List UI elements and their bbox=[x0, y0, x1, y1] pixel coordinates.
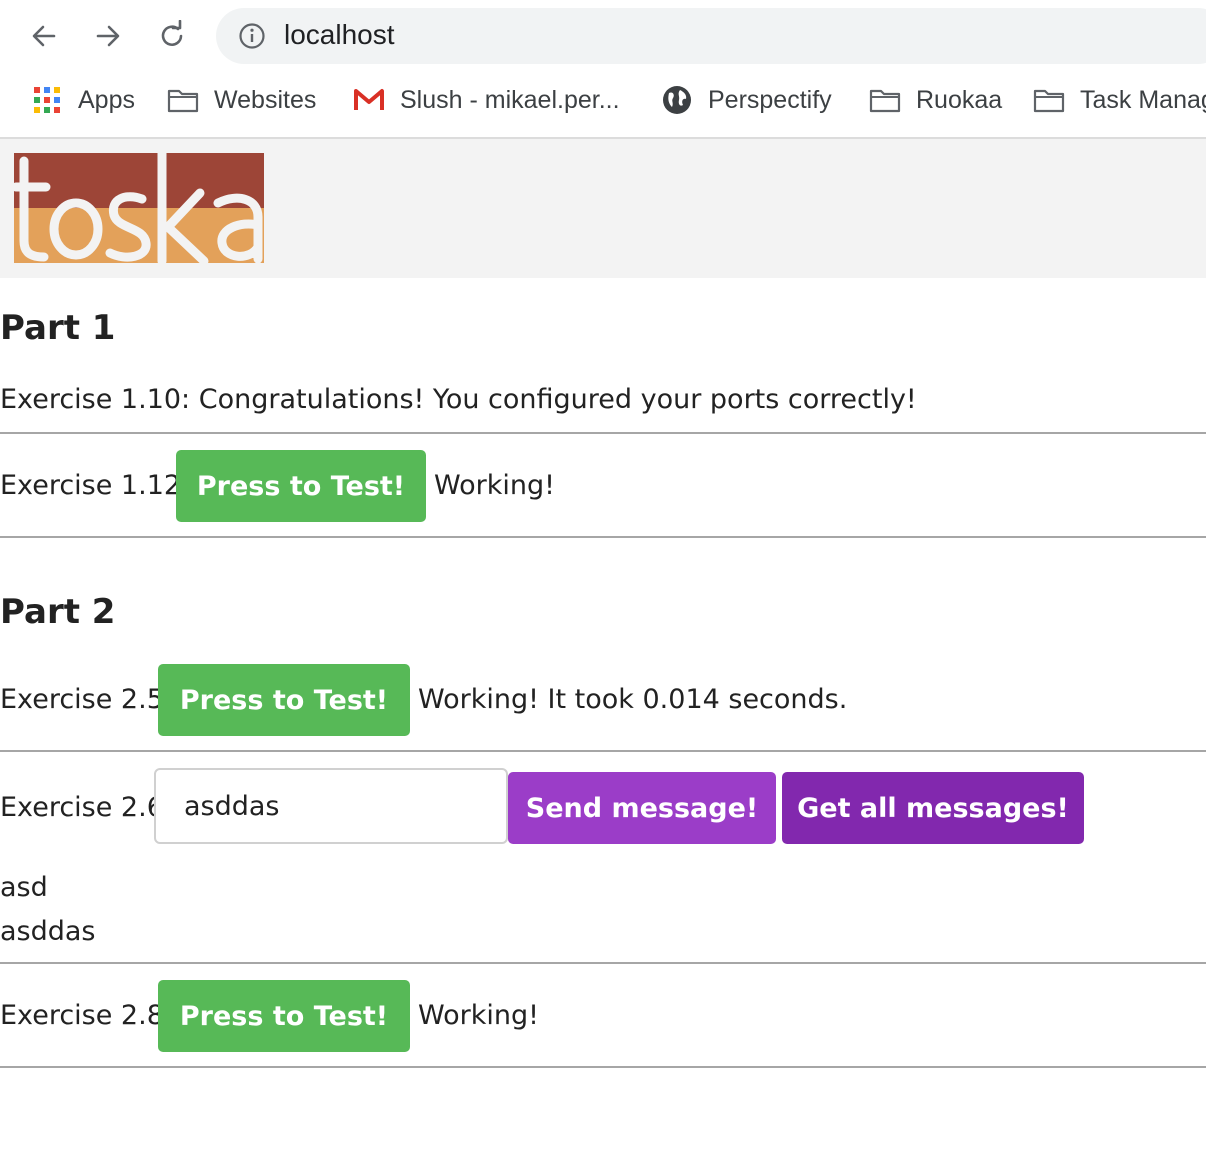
bookmark-label: Perspectify bbox=[708, 85, 832, 114]
bookmark-label: Ruokaa bbox=[916, 85, 1003, 114]
bookmark-apps[interactable]: Apps bbox=[30, 80, 135, 120]
part1-heading: Part 1 bbox=[0, 308, 116, 348]
address-bar[interactable]: localhost bbox=[216, 8, 1206, 64]
bookmark-websites[interactable]: Websites bbox=[166, 80, 316, 120]
arrow-left-icon bbox=[32, 25, 56, 47]
exercise-2-5-test-button[interactable]: Press to Test! bbox=[158, 664, 410, 736]
exercise-2-8-label: Exercise 2.8: bbox=[0, 1000, 173, 1031]
bookmark-slush[interactable]: Slush - mikael.per... bbox=[352, 80, 620, 120]
send-message-button[interactable]: Send message! bbox=[508, 772, 776, 844]
divider bbox=[0, 750, 1206, 752]
message-list-item: asddas bbox=[0, 916, 96, 947]
info-icon[interactable] bbox=[238, 22, 266, 50]
globe-icon bbox=[660, 85, 694, 115]
bookmark-label: Task Manag bbox=[1080, 85, 1206, 114]
divider bbox=[0, 536, 1206, 538]
bookmark-ruokaa[interactable]: Ruokaa bbox=[868, 80, 1002, 120]
bookmark-label: Websites bbox=[214, 85, 317, 114]
url-text: localhost bbox=[284, 19, 395, 50]
exercise-2-5-result: Working! It took 0.014 seconds. bbox=[418, 684, 848, 715]
bookmark-task-manager[interactable]: Task Manag bbox=[1032, 80, 1206, 120]
exercise-2-8-test-button[interactable]: Press to Test! bbox=[158, 980, 410, 1052]
divider bbox=[0, 962, 1206, 964]
exercise-1-12-result: Working! bbox=[434, 470, 555, 501]
bookmarks-bar: Apps Websites Slush - mikael.per... Pers… bbox=[0, 80, 1206, 120]
reload-button[interactable] bbox=[152, 16, 192, 56]
message-list-item: asd bbox=[0, 872, 48, 903]
bookmark-label: Slush - mikael.per... bbox=[400, 85, 620, 114]
page-header bbox=[0, 139, 1206, 278]
reload-icon bbox=[161, 20, 183, 46]
divider bbox=[0, 432, 1206, 434]
get-all-messages-button[interactable]: Get all messages! bbox=[782, 772, 1084, 844]
exercise-1-12-label: Exercise 1.12: bbox=[0, 470, 191, 501]
exercise-1-12-test-button[interactable]: Press to Test! bbox=[176, 450, 426, 522]
apps-grid-icon bbox=[30, 85, 64, 115]
bookmark-perspectify[interactable]: Perspectify bbox=[660, 80, 832, 120]
arrow-right-icon bbox=[96, 25, 120, 47]
bookmark-label: Apps bbox=[78, 85, 135, 114]
exercise-1-10-text: Exercise 1.10: Congratulations! You conf… bbox=[0, 384, 917, 415]
exercise-2-8-result: Working! bbox=[418, 1000, 539, 1031]
folder-icon bbox=[868, 85, 902, 115]
toska-logo bbox=[14, 153, 264, 263]
divider bbox=[0, 1066, 1206, 1068]
browser-chrome: localhost Apps Websites Slush - mikael.p… bbox=[0, 0, 1206, 139]
gmail-icon bbox=[352, 85, 386, 115]
forward-button[interactable] bbox=[88, 16, 128, 56]
folder-icon bbox=[1032, 85, 1066, 115]
folder-icon bbox=[166, 85, 200, 115]
message-input[interactable] bbox=[154, 768, 508, 844]
exercise-2-5-label: Exercise 2.5: bbox=[0, 684, 173, 715]
exercise-2-6-label: Exercise 2.6: bbox=[0, 792, 173, 823]
part2-heading: Part 2 bbox=[0, 592, 116, 632]
back-button[interactable] bbox=[24, 16, 64, 56]
